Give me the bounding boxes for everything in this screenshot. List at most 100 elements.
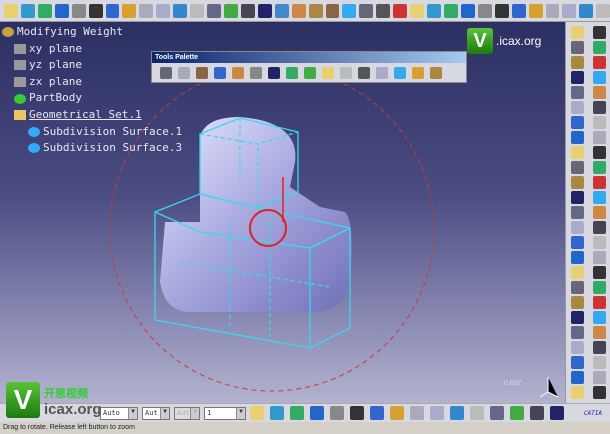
toolbar-tool-icon[interactable] [207,3,221,18]
right-tool-icon[interactable] [571,221,584,234]
right-tool-icon[interactable] [593,116,606,129]
toolbar-tool-icon[interactable] [20,3,35,18]
right-tool-icon[interactable] [593,386,606,399]
right-tool-icon[interactable] [593,56,606,69]
right-tool-icon[interactable] [571,131,584,144]
right-tool-icon[interactable] [571,326,584,339]
bottom-tool-icon[interactable] [430,406,444,420]
right-tool-icon[interactable] [593,101,606,114]
select-4[interactable]: 1 ▼ [204,406,246,420]
toolbar-tool-icon[interactable] [274,3,289,18]
palette-tool-icon[interactable] [286,67,298,79]
palette-tool-icon[interactable] [358,67,370,79]
toolbar-tool-icon[interactable] [223,3,238,18]
toolbar-tool-icon[interactable] [190,3,205,18]
right-tool-icon[interactable] [571,41,584,54]
toolbar-tool-icon[interactable] [359,3,374,18]
right-tool-icon[interactable] [571,281,584,294]
bottom-tool-icon[interactable] [310,406,324,420]
toolbar-tool-icon[interactable] [579,3,594,18]
bottom-tool-icon[interactable] [250,406,264,420]
right-tool-icon[interactable] [571,161,584,174]
palette-tool-icon[interactable] [430,67,442,79]
right-tool-icon[interactable] [593,326,606,339]
toolbar-tool-icon[interactable] [393,3,408,18]
right-tool-icon[interactable] [593,26,606,39]
right-tool-icon[interactable] [571,191,584,204]
toolbar-tool-icon[interactable] [291,3,306,18]
toolbar-tool-icon[interactable] [511,3,526,18]
right-tool-icon[interactable] [571,71,584,84]
right-tool-icon[interactable] [571,236,584,249]
toolbar-tool-icon[interactable] [4,3,18,18]
right-tool-icon[interactable] [571,311,584,324]
right-tool-icon[interactable] [593,41,606,54]
bottom-tool-icon[interactable] [510,406,524,420]
right-tool-icon[interactable] [571,176,584,189]
toolbar-tool-icon[interactable] [342,3,357,18]
bottom-tool-icon[interactable] [450,406,464,420]
palette-tool-icon[interactable] [412,67,424,79]
toolbar-tool-icon[interactable] [376,3,391,18]
toolbar-tool-icon[interactable] [173,3,188,18]
bottom-tool-icon[interactable] [410,406,424,420]
toolbar-tool-icon[interactable] [139,3,154,18]
right-tool-icon[interactable] [593,356,606,369]
palette-tool-icon[interactable] [376,67,388,79]
right-tool-icon[interactable] [593,236,606,249]
right-tool-icon[interactable] [571,206,584,219]
toolbar-tool-icon[interactable] [54,3,69,18]
tree-item-subdivision-surface-1[interactable]: Subdivision Surface.1 [2,124,182,141]
right-tool-icon[interactable] [571,341,584,354]
bottom-tool-icon[interactable] [350,406,364,420]
toolbar-tool-icon[interactable] [105,3,120,18]
right-tool-icon[interactable] [593,221,606,234]
bottom-tool-icon[interactable] [530,406,544,420]
palette-tool-icon[interactable] [232,67,244,79]
toolbar-tool-icon[interactable] [460,3,475,18]
tree-item-geometrical-set[interactable]: Geometrical Set.1 [2,107,182,124]
bottom-tool-icon[interactable] [290,406,304,420]
bottom-tool-icon[interactable] [370,406,384,420]
toolbar-tool-icon[interactable] [122,3,137,18]
right-tool-icon[interactable] [571,296,584,309]
bottom-tool-icon[interactable] [550,406,564,420]
toolbar-tool-icon[interactable] [443,3,458,18]
toolbar-tool-icon[interactable] [88,3,103,18]
bottom-tool-icon[interactable] [270,406,284,420]
palette-tool-icon[interactable] [178,67,190,79]
tree-item-subdivision-surface-3[interactable]: Subdivision Surface.3 [2,140,182,157]
right-tool-icon[interactable] [593,371,606,384]
toolbar-tool-icon[interactable] [257,3,272,18]
palette-tool-icon[interactable] [394,67,406,79]
right-tool-icon[interactable] [571,101,584,114]
right-tool-icon[interactable] [571,146,584,159]
right-tool-icon[interactable] [571,386,584,399]
toolbar-tool-icon[interactable] [308,3,323,18]
right-tool-icon[interactable] [571,356,584,369]
right-tool-icon[interactable] [593,161,606,174]
right-tool-icon[interactable] [593,311,606,324]
tree-item-partbody[interactable]: PartBody [2,90,182,107]
right-tool-icon[interactable] [593,281,606,294]
bottom-tool-icon[interactable] [330,406,344,420]
palette-tool-icon[interactable] [196,67,208,79]
right-tool-icon[interactable] [593,251,606,264]
palette-tool-icon[interactable] [340,67,352,79]
right-tool-icon[interactable] [571,371,584,384]
tree-root[interactable]: Modifying Weight [2,24,182,41]
palette-tool-icon[interactable] [322,67,334,79]
right-tool-icon[interactable] [571,56,584,69]
tools-palette[interactable]: Tools Palette [151,51,467,83]
right-tool-icon[interactable] [593,131,606,144]
select-2[interactable]: Aut ▼ [142,406,170,420]
palette-tool-icon[interactable] [214,67,226,79]
right-tool-icon[interactable] [571,266,584,279]
toolbar-tool-icon[interactable] [410,3,425,18]
right-tool-icon[interactable] [593,86,606,99]
select-1[interactable]: Auto ▼ [100,406,138,420]
toolbar-tool-icon[interactable] [427,3,441,18]
right-tool-icon[interactable] [593,176,606,189]
right-tool-icon[interactable] [593,266,606,279]
right-tool-icon[interactable] [593,191,606,204]
